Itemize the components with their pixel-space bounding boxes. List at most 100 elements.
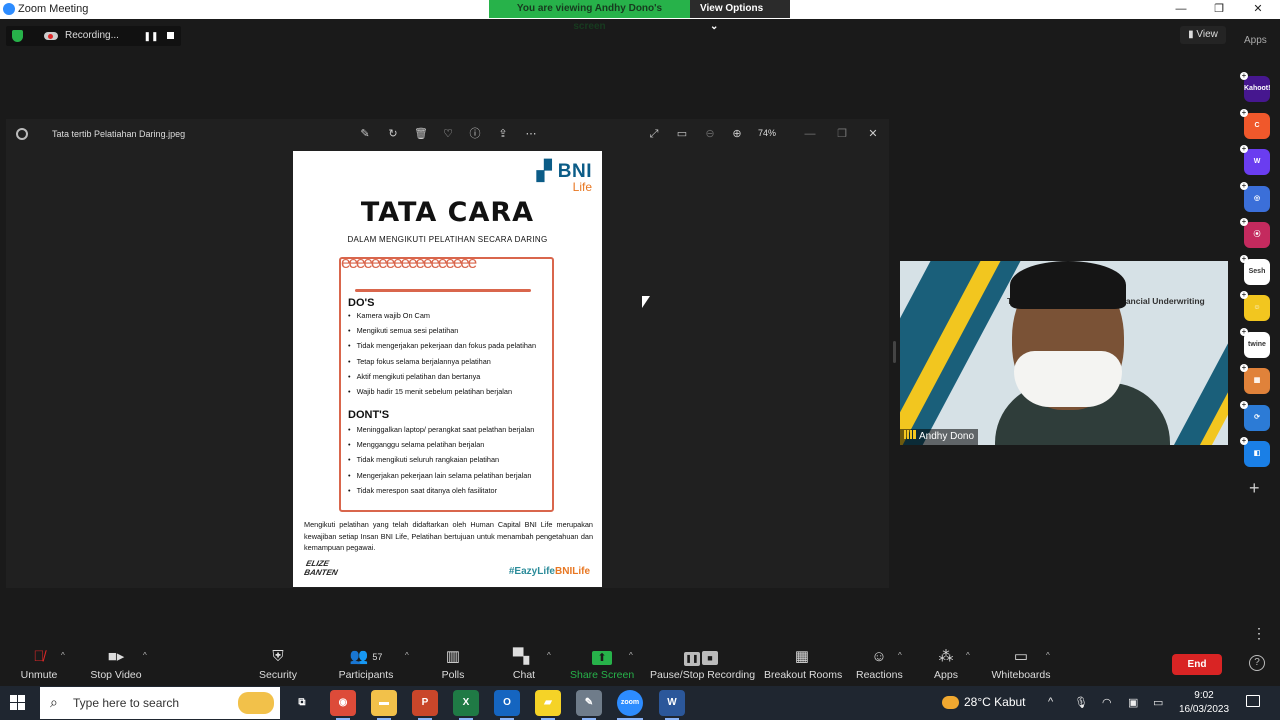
- apps-button[interactable]: ⁂ Apps: [932, 647, 960, 681]
- file-explorer-taskbar-icon[interactable]: ▬: [371, 690, 397, 716]
- video-camera-icon: ■▸: [107, 648, 125, 665]
- reactions-button[interactable]: ☺ Reactions: [856, 647, 903, 681]
- audio-options-caret[interactable]: ^: [61, 651, 65, 660]
- sticky-notes-taskbar-icon[interactable]: ▰: [535, 690, 561, 716]
- unmute-button[interactable]: 🎙̸ Unmute: [18, 647, 60, 681]
- add-app-plus-icon[interactable]: +: [1240, 108, 1248, 117]
- add-app-plus-icon[interactable]: +: [1240, 254, 1248, 263]
- participant-video-tile[interactable]: Tr k Financial Underwriting Andhy Dono: [900, 261, 1228, 445]
- add-app-plus-icon[interactable]: +: [1240, 400, 1248, 409]
- tray-overflow-icon[interactable]: ^: [1048, 696, 1053, 708]
- fullscreen-icon[interactable]: ⤢: [647, 127, 661, 141]
- outlook-taskbar-icon[interactable]: O: [494, 690, 520, 716]
- panel-resize-handle[interactable]: [893, 341, 896, 363]
- app-tile[interactable]: Kahoot!: [1244, 76, 1270, 102]
- breakout-rooms-button[interactable]: ▦ Breakout Rooms: [764, 647, 842, 681]
- notification-icon[interactable]: [1246, 695, 1260, 707]
- app-tile[interactable]: twine: [1244, 331, 1270, 358]
- app-tile[interactable]: ▦: [1244, 368, 1270, 394]
- window-title: Zoom Meeting: [18, 3, 89, 15]
- apps-options-caret[interactable]: ^: [966, 651, 970, 660]
- delete-icon[interactable]: 🗑: [414, 127, 428, 141]
- viewing-screen-message: You are viewing Andhy Dono's screen: [489, 0, 690, 32]
- app-tile[interactable]: C: [1244, 112, 1270, 139]
- pause-recording-button[interactable]: ❚❚: [142, 28, 160, 44]
- app-tile[interactable]: ⟳: [1244, 404, 1270, 431]
- chrome-taskbar-icon[interactable]: ◉: [330, 690, 356, 716]
- weather-widget[interactable]: 28°C Kabut: [942, 695, 1026, 710]
- windows-start-icon[interactable]: [10, 695, 26, 711]
- add-app-icon[interactable]: +: [1249, 478, 1260, 499]
- app-tile[interactable]: W: [1244, 149, 1270, 175]
- help-icon[interactable]: ?: [1249, 655, 1265, 671]
- maximize-button[interactable]: ❐: [1200, 1, 1238, 18]
- view-options-button[interactable]: View Options ⌄: [690, 0, 790, 32]
- chat-options-caret[interactable]: ^: [547, 651, 551, 660]
- close-button[interactable]: ✕: [1239, 1, 1277, 18]
- whiteboards-options-caret[interactable]: ^: [1046, 651, 1050, 660]
- app-tile[interactable]: Sesh: [1244, 258, 1270, 285]
- app-tile[interactable]: ◧: [1244, 441, 1270, 467]
- reactions-options-caret[interactable]: ^: [898, 651, 902, 660]
- excel-taskbar-icon[interactable]: X: [453, 690, 479, 716]
- app-tile[interactable]: ⦿: [1244, 222, 1270, 248]
- info-icon[interactable]: ⓘ: [468, 127, 482, 141]
- zoom-taskbar-icon[interactable]: zoom: [617, 690, 643, 716]
- polls-button[interactable]: ▥ Polls: [438, 647, 468, 681]
- add-app-plus-icon[interactable]: +: [1240, 291, 1248, 299]
- powerpoint-taskbar-icon[interactable]: P: [412, 690, 438, 716]
- zoom-in-icon[interactable]: ⊕: [730, 127, 744, 141]
- file-name: Tata tertib Pelatiahan Daring.jpeg: [52, 129, 186, 139]
- fit-icon[interactable]: ▭: [675, 127, 689, 141]
- favorite-icon[interactable]: ♡: [441, 127, 455, 141]
- share-screen-button[interactable]: ⬆ Share Screen: [570, 647, 634, 681]
- zoom-level[interactable]: 74%: [758, 128, 776, 138]
- taskbar-clock[interactable]: 9:02 16/03/2023: [1178, 689, 1230, 717]
- end-meeting-button[interactable]: End: [1172, 654, 1222, 675]
- list-item: Tetap fokus selama berjalannya pelatihan: [348, 354, 536, 369]
- edit-icon[interactable]: ✎: [358, 127, 372, 141]
- add-app-plus-icon[interactable]: +: [1240, 437, 1248, 445]
- participants-options-caret[interactable]: ^: [405, 651, 409, 660]
- tata-cara-poster: ▞ BNI Life TATA CARA DALAM MENGIKUTI PEL…: [293, 151, 602, 587]
- more-options-icon[interactable]: ⋮: [1252, 625, 1266, 642]
- participants-button[interactable]: 👥 57 Participants: [336, 647, 396, 681]
- share-options-caret[interactable]: ^: [629, 651, 633, 660]
- video-options-caret[interactable]: ^: [143, 651, 147, 660]
- wifi-icon[interactable]: ◠: [1102, 696, 1112, 709]
- participants-count: 57: [372, 652, 383, 662]
- chat-button[interactable]: ▀▖ Chat: [508, 647, 540, 681]
- add-app-plus-icon[interactable]: +: [1240, 72, 1248, 80]
- zoom-out-icon[interactable]: ⊖: [703, 127, 717, 141]
- add-app-plus-icon[interactable]: +: [1240, 181, 1248, 190]
- windows-taskbar: ⌕ Type here to search ⧉ ◉ ▬ P X O ▰ ✎ zoom W 28°C…: [0, 686, 1280, 720]
- view-button[interactable]: ▮ View: [1180, 26, 1226, 44]
- task-view-taskbar-icon[interactable]: ⧉: [289, 690, 315, 716]
- app-tile[interactable]: ☺: [1244, 295, 1270, 321]
- add-app-plus-icon[interactable]: +: [1240, 364, 1248, 372]
- pause-stop-recording-button[interactable]: ❚❚ ■ Pause/Stop Recording: [650, 647, 755, 681]
- minimize-button[interactable]: —: [1162, 1, 1200, 18]
- viewer-restore-icon[interactable]: ❐: [835, 127, 849, 141]
- microphone-icon[interactable]: 🎙: [1074, 696, 1088, 709]
- stop-recording-button[interactable]: [167, 32, 174, 39]
- display-icon[interactable]: ▣: [1128, 696, 1138, 709]
- viewer-minimize-icon[interactable]: —: [803, 127, 817, 141]
- word-taskbar-icon[interactable]: W: [659, 690, 685, 716]
- viewer-close-icon[interactable]: ✕: [866, 127, 880, 141]
- share-icon[interactable]: ⇪: [496, 127, 510, 141]
- list-item: Mengerjakan pekerjaan lain selama pelati…: [348, 468, 534, 483]
- add-app-plus-icon[interactable]: +: [1240, 327, 1248, 336]
- taskbar-search-box[interactable]: ⌕ Type here to search: [40, 687, 280, 719]
- add-app-plus-icon[interactable]: +: [1240, 145, 1248, 153]
- battery-icon[interactable]: ▭: [1153, 696, 1163, 709]
- stop-video-button[interactable]: ■▸ Stop Video: [88, 647, 144, 681]
- weather-icon: [942, 696, 959, 710]
- add-app-plus-icon[interactable]: +: [1240, 218, 1248, 226]
- rotate-icon[interactable]: ↻: [386, 127, 400, 141]
- security-button[interactable]: ⛨ Security: [256, 647, 300, 681]
- pen-app-taskbar-icon[interactable]: ✎: [576, 690, 602, 716]
- app-tile[interactable]: ◎: [1244, 185, 1270, 212]
- more-icon[interactable]: ⋯: [524, 127, 538, 141]
- whiteboards-button[interactable]: ▭ Whiteboards: [990, 647, 1052, 681]
